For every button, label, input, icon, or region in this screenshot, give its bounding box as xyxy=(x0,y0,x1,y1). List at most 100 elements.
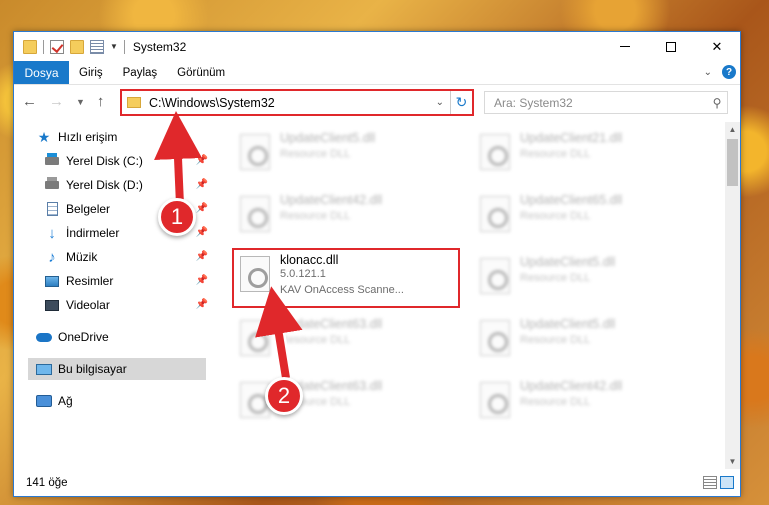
sidebar-item-label: Videolar xyxy=(66,298,110,312)
address-dropdown-chevron-icon[interactable]: ⌄ xyxy=(436,97,444,108)
sidebar-item-music[interactable]: ♪ Müzik 📌 xyxy=(44,246,210,268)
sidebar-item-videos[interactable]: Videolar 📌 xyxy=(44,294,210,316)
file-name: UpdateClient65.dll xyxy=(520,193,623,207)
pin-icon[interactable]: 📌 xyxy=(196,251,208,262)
file-description: Resource DLL xyxy=(280,210,351,222)
back-arrow-icon[interactable]: ← xyxy=(22,93,37,110)
pin-icon[interactable]: 📌 xyxy=(196,227,208,238)
file-description: Resource DLL xyxy=(520,210,591,222)
search-icon[interactable]: ⚲ xyxy=(707,96,727,110)
tab-share[interactable]: Paylaş xyxy=(113,61,168,84)
file-description: Resource DLL xyxy=(520,272,591,284)
disk-icon xyxy=(44,153,60,168)
quick-access-toolbar: ▼ xyxy=(14,39,125,54)
file-version: 5.0.121.1 xyxy=(280,268,326,280)
address-path[interactable]: C:\Windows\System32 xyxy=(149,96,436,110)
address-bar[interactable]: C:\Windows\System32 ⌄ ↻ xyxy=(120,89,474,116)
window-controls: ✕ xyxy=(602,32,740,61)
file-description: Resource DLL xyxy=(280,148,351,160)
properties-icon[interactable] xyxy=(90,39,104,54)
vertical-scrollbar[interactable]: ▲ ▼ xyxy=(725,122,740,469)
scroll-down-icon[interactable]: ▼ xyxy=(725,454,740,469)
sidebar-item-pictures[interactable]: Resimler 📌 xyxy=(44,270,210,292)
star-icon: ★ xyxy=(37,128,51,145)
list-item[interactable]: UpdateClient5.dll Resource DLL xyxy=(474,314,694,364)
new-folder-icon[interactable] xyxy=(70,39,84,54)
videos-icon xyxy=(44,298,60,312)
refresh-icon[interactable]: ↻ xyxy=(450,91,472,114)
tab-home[interactable]: Giriş xyxy=(69,61,113,84)
close-button[interactable]: ✕ xyxy=(694,32,740,61)
recent-locations-caret-icon[interactable]: ▼ xyxy=(76,97,85,107)
sidebar-item-this-pc[interactable]: Bu bilgisayar xyxy=(28,358,206,380)
list-item[interactable]: UpdateClient42.dll Resource DLL xyxy=(234,190,454,240)
pin-icon[interactable]: 📌 xyxy=(196,203,208,214)
pin-icon[interactable]: 📌 xyxy=(196,299,208,310)
properties-check-icon[interactable] xyxy=(50,39,64,54)
status-bar: 141 öğe xyxy=(14,470,740,496)
pictures-icon xyxy=(44,274,60,288)
sidebar-item-label: Ağ xyxy=(58,394,73,408)
file-name: UpdateClient5.dll xyxy=(280,131,376,145)
pin-icon[interactable]: 📌 xyxy=(196,275,208,286)
address-row: ← → ▼ ↑ C:\Windows\System32 ⌄ ↻ Ara: Sys… xyxy=(14,87,740,119)
item-count: 141 öğe xyxy=(26,477,68,489)
sidebar-item-quick-access[interactable]: ★ Hızlı erişim xyxy=(36,126,206,148)
search-placeholder: Ara: System32 xyxy=(494,95,573,110)
customize-toolbar-caret-icon[interactable]: ▼ xyxy=(110,42,118,51)
file-name: UpdateClient21.dll xyxy=(520,131,623,145)
tiles-view-icon[interactable] xyxy=(720,476,734,489)
maximize-icon xyxy=(666,41,676,52)
list-item[interactable]: UpdateClient42.dll Resource DLL xyxy=(474,376,694,426)
disk-icon xyxy=(44,177,60,192)
list-item[interactable]: UpdateClient5.dll Resource DLL xyxy=(234,128,454,178)
title-bar: ▼ System32 ✕ xyxy=(14,32,740,61)
list-item[interactable]: UpdateClient63.dll Resource DLL xyxy=(234,314,454,364)
download-icon: ↓ xyxy=(48,224,56,242)
navigation-pane: ★ Hızlı erişim Yerel Disk (C:) 📌 Yerel D… xyxy=(14,122,210,462)
sidebar-item-onedrive[interactable]: OneDrive xyxy=(36,326,206,348)
pin-icon[interactable]: 📌 xyxy=(196,155,208,166)
file-name: UpdateClient5.dll xyxy=(520,317,616,331)
file-name: UpdateClient42.dll xyxy=(520,379,623,393)
list-item[interactable]: UpdateClient21.dll Resource DLL xyxy=(474,128,694,178)
maximize-button[interactable] xyxy=(648,32,694,61)
dll-file-icon xyxy=(240,320,270,356)
dll-file-icon xyxy=(240,256,270,292)
list-item[interactable]: UpdateClient5.dll Resource DLL xyxy=(474,252,694,302)
dll-file-icon xyxy=(480,320,510,356)
details-view-icon[interactable] xyxy=(703,476,717,489)
ribbon-right-controls: ⌄ ? xyxy=(704,65,736,79)
search-input[interactable]: Ara: System32 ⚲ xyxy=(484,91,728,114)
folder-icon xyxy=(23,39,37,54)
scroll-up-icon[interactable]: ▲ xyxy=(725,122,740,137)
forward-arrow-icon[interactable]: → xyxy=(49,93,64,110)
sidebar-item-network[interactable]: Ağ xyxy=(36,390,206,412)
dll-file-icon xyxy=(240,134,270,170)
dll-file-icon xyxy=(480,258,510,294)
sidebar-item-local-disk-d[interactable]: Yerel Disk (D:) 📌 xyxy=(44,174,210,196)
file-name: UpdateClient5.dll xyxy=(520,255,616,269)
help-icon[interactable]: ? xyxy=(722,65,736,79)
list-item[interactable]: UpdateClient65.dll Resource DLL xyxy=(474,190,694,240)
sidebar-item-label: Resimler xyxy=(66,274,114,288)
minimize-button[interactable] xyxy=(602,32,648,61)
dll-file-icon xyxy=(240,196,270,232)
network-icon xyxy=(36,394,52,408)
expand-ribbon-chevron-icon[interactable]: ⌄ xyxy=(704,67,712,78)
minimize-icon xyxy=(620,46,630,47)
dll-file-icon xyxy=(480,134,510,170)
target-file-klonacc[interactable]: klonacc.dll 5.0.121.1 KAV OnAccess Scann… xyxy=(232,248,460,308)
tab-file[interactable]: Dosya xyxy=(14,61,69,84)
file-name: klonacc.dll xyxy=(280,253,339,267)
sidebar-item-label: Müzik xyxy=(66,250,98,264)
file-name: UpdateClient63.dll xyxy=(280,317,383,331)
sidebar-item-local-disk-c[interactable]: Yerel Disk (C:) 📌 xyxy=(44,150,210,172)
sidebar-item-label: Hızlı erişim xyxy=(58,130,118,144)
pin-icon[interactable]: 📌 xyxy=(196,179,208,190)
up-arrow-icon[interactable]: ↑ xyxy=(97,93,105,110)
view-buttons xyxy=(703,476,734,489)
tab-view[interactable]: Görünüm xyxy=(167,61,235,84)
scroll-thumb[interactable] xyxy=(727,139,738,186)
sidebar-item-label: OneDrive xyxy=(58,330,109,344)
